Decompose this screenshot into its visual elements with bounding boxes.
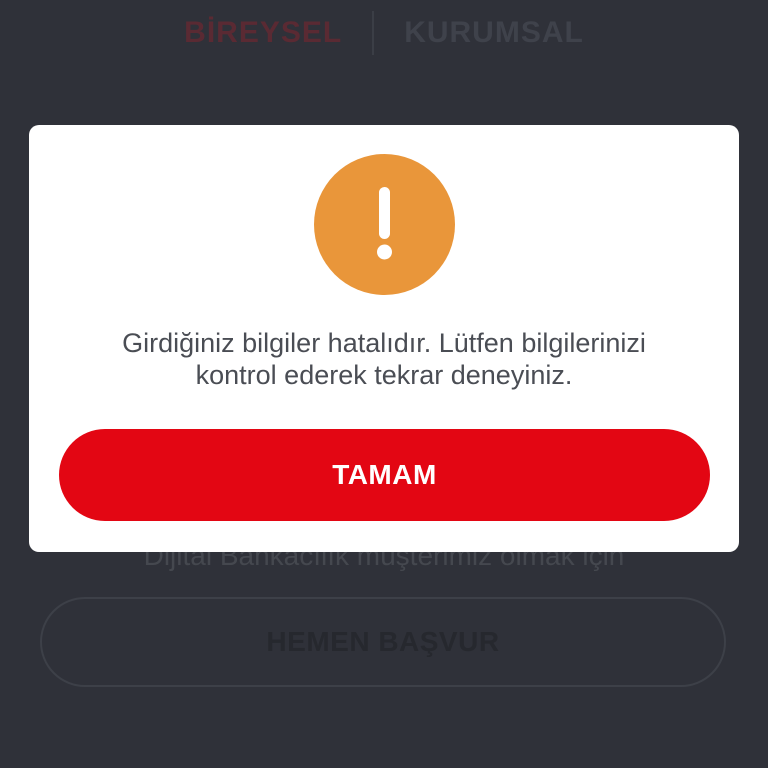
error-message: Girdiğiniz bilgiler hatalıdır. Lütfen bi… <box>49 327 719 391</box>
error-message-line-2: kontrol ederek tekrar deneyiniz. <box>195 360 573 390</box>
error-message-line-1: Girdiğiniz bilgiler hatalıdır. Lütfen bi… <box>122 328 646 358</box>
tab-kurumsal[interactable]: KURUMSAL <box>374 16 614 50</box>
screen: BİREYSEL KURUMSAL Dijital Bankacılık müş… <box>0 0 768 768</box>
ok-button[interactable]: TAMAM <box>59 429 710 521</box>
tab-bireysel[interactable]: BİREYSEL <box>154 16 372 50</box>
segment-tabs: BİREYSEL KURUMSAL <box>0 8 768 58</box>
exclamation-warning-icon <box>314 154 455 295</box>
error-dialog: Girdiğiniz bilgiler hatalıdır. Lütfen bi… <box>29 125 739 552</box>
apply-now-button[interactable]: HEMEN BAŞVUR <box>40 597 726 687</box>
